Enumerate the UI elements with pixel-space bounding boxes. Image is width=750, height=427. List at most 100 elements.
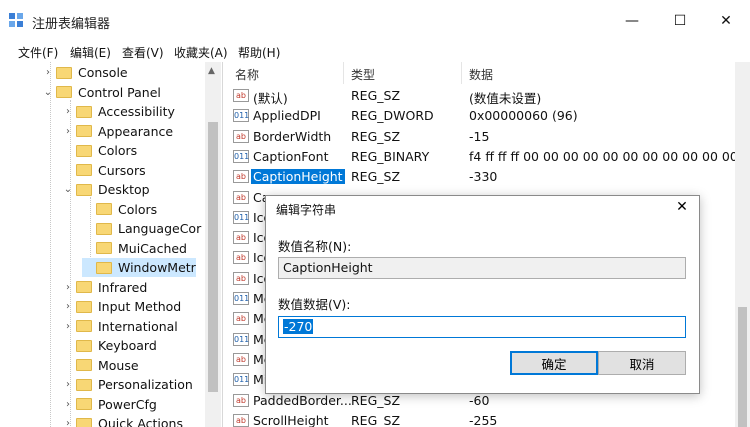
folder-icon [96, 222, 112, 235]
tree-scroll-thumb[interactable] [208, 122, 218, 392]
tree-item[interactable]: › Input Method [62, 297, 181, 316]
value-row[interactable]: 011 CaptionFont REG_BINARY f4 ff ff ff 00 0… [231, 147, 735, 167]
tree-item[interactable]: WindowMetr [82, 258, 196, 277]
tree-item[interactable]: › Personalization [62, 375, 193, 394]
tree-item-label: LanguageCor [118, 221, 202, 236]
chevron-right-icon[interactable]: › [62, 282, 74, 293]
value-data-label: 数值数据(V): [278, 297, 351, 312]
value-data-field[interactable]: -270 [278, 316, 686, 338]
close-icon[interactable]: ✕ [712, 10, 740, 32]
binary-value-icon: 011 [233, 292, 250, 305]
folder-icon [96, 261, 112, 274]
tree-item-label: Input Method [98, 299, 182, 314]
folder-icon [76, 339, 92, 352]
value-type: REG_BINARY [351, 148, 430, 164]
scroll-up-icon[interactable]: ▲ [208, 66, 215, 76]
tree-item[interactable]: › Console [42, 63, 128, 82]
binary-value-icon: 011 [233, 210, 250, 224]
tree-item[interactable]: MuiCached [82, 239, 187, 258]
folder-icon [76, 183, 92, 196]
tree-item-label: Control Panel [78, 84, 161, 100]
folder-icon [76, 144, 92, 157]
folder-icon [76, 359, 92, 371]
folder-icon [76, 398, 92, 410]
tree-item[interactable]: LanguageCor [82, 219, 201, 238]
menu-view[interactable]: 查看(V) [122, 44, 164, 61]
menu-bar: 文件(F) 编辑(E) 查看(V) 收藏夹(A) 帮助(H) [0, 42, 750, 62]
binary-value-icon: 011 [233, 149, 250, 163]
value-row[interactable]: ab ScrollHeight REG_SZ -255 [231, 411, 735, 427]
chevron-down-icon[interactable]: ⌄ [42, 87, 54, 98]
string-value-icon: ab [233, 89, 249, 102]
chevron-right-icon[interactable]: › [62, 399, 74, 410]
value-data: -330 [469, 169, 498, 185]
value-type: REG_SZ [351, 169, 401, 185]
tree-item-label: Personalization [98, 377, 193, 392]
tree-guide [50, 62, 51, 427]
chevron-right-icon[interactable]: › [62, 126, 74, 137]
menu-help[interactable]: 帮助(H) [238, 44, 280, 61]
column-header-type[interactable]: 类型 [351, 66, 375, 83]
value-data: 0x00000060 (96) [469, 108, 578, 124]
column-divider[interactable] [461, 62, 462, 84]
value-data: -60 [469, 392, 490, 408]
cancel-button[interactable]: 取消 [598, 351, 686, 375]
window-title: 注册表编辑器 [32, 17, 111, 32]
tree-item[interactable]: › Infrared [62, 278, 147, 297]
tree-item-label: Desktop [98, 182, 150, 197]
tree-item[interactable]: Mouse [62, 356, 139, 375]
tree-item[interactable]: › International [62, 317, 178, 336]
ok-button[interactable]: 确定 [510, 351, 598, 375]
chevron-right-icon[interactable]: › [42, 67, 54, 78]
tree-item-label: Mouse [98, 357, 139, 373]
chevron-right-icon[interactable]: › [62, 418, 74, 427]
tree-item[interactable]: ⌄ Control Panel [42, 83, 161, 102]
value-name: BorderWidth [253, 128, 332, 144]
value-row[interactable]: ab (默认) REG_SZ (数值未设置) [231, 86, 735, 106]
tree-item[interactable]: Keyboard [62, 336, 157, 355]
menu-favorites[interactable]: 收藏夹(A) [174, 44, 228, 61]
tree-item[interactable]: › Accessibility [62, 102, 175, 121]
menu-edit[interactable]: 编辑(E) [70, 44, 111, 61]
list-scroll-thumb[interactable] [738, 307, 747, 427]
menu-file[interactable]: 文件(F) [18, 44, 58, 61]
tree-item-label: PowerCfg [98, 396, 157, 412]
string-value-icon: ab [233, 129, 249, 143]
title-bar: 注册表编辑器 — ☐ ✕ [0, 0, 750, 42]
value-name-label: 数值名称(N): [278, 239, 352, 254]
folder-icon [76, 281, 92, 293]
list-scrollbar[interactable] [735, 62, 750, 427]
value-name: CaptionFont [253, 148, 329, 164]
tree-item[interactable]: Cursors [62, 161, 146, 180]
column-header-name[interactable]: 名称 [235, 66, 259, 83]
column-header-data[interactable]: 数据 [469, 66, 493, 83]
value-row[interactable]: 011 AppliedDPI REG_DWORD 0x00000060 (96) [231, 106, 735, 126]
tree-item[interactable]: › Quick Actions [62, 414, 183, 427]
value-type: REG_SZ [351, 392, 401, 408]
chevron-right-icon[interactable]: › [62, 379, 74, 390]
value-row[interactable]: ab BorderWidth REG_SZ -15 [231, 127, 735, 147]
chevron-right-icon[interactable]: › [62, 321, 74, 332]
tree-item[interactable]: › PowerCfg [62, 395, 157, 414]
value-data: -15 [469, 128, 490, 144]
value-name: (默认) [253, 91, 288, 106]
tree-item[interactable]: ⌄ Desktop [62, 180, 150, 199]
chevron-down-icon[interactable]: ⌄ [62, 184, 74, 195]
string-value-icon: ab [233, 352, 249, 366]
value-row[interactable]: ab CaptionHeight REG_SZ -330 [231, 167, 735, 187]
tree-item[interactable]: Colors [82, 200, 157, 219]
minimize-icon[interactable]: — [618, 10, 646, 32]
value-name: PaddedBorder... [253, 392, 352, 408]
dialog-close-icon[interactable]: ✕ [671, 196, 693, 218]
tree-item-label: Colors [118, 201, 158, 217]
chevron-right-icon[interactable]: › [62, 106, 74, 117]
maximize-icon[interactable]: ☐ [666, 10, 694, 32]
value-data: -255 [469, 412, 498, 427]
tree-scrollbar[interactable]: ▲ [205, 62, 221, 427]
value-data: (数值未设置) [469, 91, 542, 106]
column-divider[interactable] [343, 62, 344, 84]
chevron-right-icon[interactable]: › [62, 301, 74, 312]
tree-item[interactable]: Colors [62, 141, 137, 160]
key-tree[interactable]: › Console ⌄ Control Panel › Accessibility › App… [12, 62, 223, 427]
tree-item[interactable]: › Appearance [62, 122, 173, 141]
